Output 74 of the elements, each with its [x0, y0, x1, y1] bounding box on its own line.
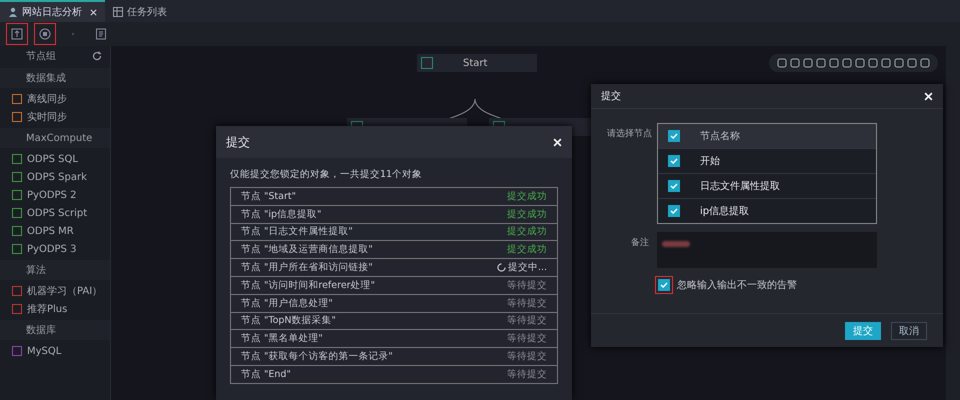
field-label: 备注 [630, 236, 649, 250]
check-icon [659, 280, 669, 290]
submit-status: 等待提交 [507, 314, 547, 328]
remark-field[interactable] [657, 232, 877, 268]
node-name: 节点 "ip信息提取" [241, 208, 322, 221]
sidebar-item[interactable]: ODPS MR [0, 222, 110, 240]
user-icon [8, 7, 18, 17]
node-name: 节点 "日志文件属性提取" [241, 225, 353, 238]
sidebar-item[interactable]: 实时同步 [0, 108, 110, 126]
submit-status: 提交成功 [507, 243, 547, 256]
submit-status: 提交成功 [507, 190, 547, 203]
submit-status: 等待提交 [507, 332, 547, 346]
grid-icon [113, 7, 123, 17]
check-icon [669, 181, 679, 191]
document-icon [95, 28, 107, 40]
sidebar-item[interactable]: PyODPS 3 [0, 240, 110, 258]
stop-icon [39, 28, 51, 40]
node-name: 节点 "获取每个访客的第一条记录" [241, 350, 393, 364]
dialog-message: 仅能提交您锁定的对象，一共提交11个对象 [230, 168, 424, 181]
node-name: 节点 "用户信息处理" [241, 296, 333, 310]
flow-node[interactable]: Start [417, 54, 537, 72]
sidebar-title: 节点组 [26, 50, 56, 63]
check-icon [669, 206, 679, 216]
tab[interactable]: 任务列表 [105, 0, 175, 22]
checkbox[interactable] [668, 155, 680, 167]
sidebar-item[interactable]: ODPS Script [0, 204, 110, 222]
dialog-title: 提交 [601, 90, 621, 103]
sidebar-item[interactable]: MySQL [0, 342, 110, 360]
close-icon[interactable] [90, 8, 97, 16]
checkbox[interactable] [668, 205, 680, 217]
column-header: 节点名称 [700, 130, 740, 143]
node-name: 节点 "TopN数据采集" [241, 314, 336, 328]
upload-icon [11, 28, 23, 40]
field-label: 请选择节点 [607, 128, 649, 141]
group-header[interactable]: 算法 [0, 260, 110, 280]
submit-status: 等待提交 [507, 368, 547, 381]
redaction-mark [662, 241, 690, 247]
dialog-title: 提交 [226, 134, 250, 150]
group-header[interactable]: 数据集成 [0, 68, 110, 88]
spinner-icon [496, 263, 506, 272]
sidebar-item[interactable]: ODPS SQL [0, 150, 110, 168]
node-name: 节点 "访问时间和referer处理" [241, 278, 375, 292]
submit-status: 等待提交 [507, 278, 547, 292]
submit-status: 等待提交 [507, 350, 547, 364]
sidebar-item[interactable]: 推荐Plus [0, 300, 110, 318]
submit-status: 提交中... [496, 261, 547, 274]
sidebar-item[interactable]: 离线同步 [0, 90, 110, 108]
node-name: 节点 "用户所在省和访问链接" [241, 261, 373, 274]
tab[interactable]: 网站日志分析 [0, 0, 105, 22]
checkbox-label: 忽略输入输出不一致的告警 [677, 278, 797, 292]
dialog-button[interactable]: 取消 [891, 322, 927, 340]
node-name: 节点 "黑名单处理" [241, 332, 323, 346]
table-cell-text: 日志文件属性提取 [700, 180, 780, 193]
group-header[interactable]: 数据库 [0, 320, 110, 340]
checkbox[interactable] [668, 130, 680, 142]
toolbar-button[interactable] [34, 23, 56, 45]
checkbox[interactable] [668, 180, 680, 192]
table-cell-text: ip信息提取 [700, 204, 750, 218]
checkbox[interactable] [658, 279, 670, 291]
toolbar-button[interactable] [6, 23, 28, 45]
refresh-icon[interactable] [92, 51, 102, 61]
sidebar-item[interactable]: 机器学习（PAI） [0, 282, 110, 300]
sidebar-item[interactable]: ODPS Spark [0, 168, 110, 186]
submit-status: 等待提交 [507, 296, 547, 310]
sidebar-item[interactable]: PyODPS 2 [0, 186, 110, 204]
node-name: 节点 "End" [241, 368, 291, 381]
submit-status: 提交成功 [507, 208, 547, 221]
group-header[interactable]: MaxCompute [0, 128, 110, 148]
submit-status: 提交成功 [507, 225, 547, 238]
check-icon [669, 131, 679, 141]
node-name: 节点 "Start" [241, 190, 296, 203]
node-name: 节点 "地域及运营商信息提取" [241, 243, 373, 256]
check-icon [669, 156, 679, 166]
table-cell-text: 开始 [700, 155, 720, 168]
